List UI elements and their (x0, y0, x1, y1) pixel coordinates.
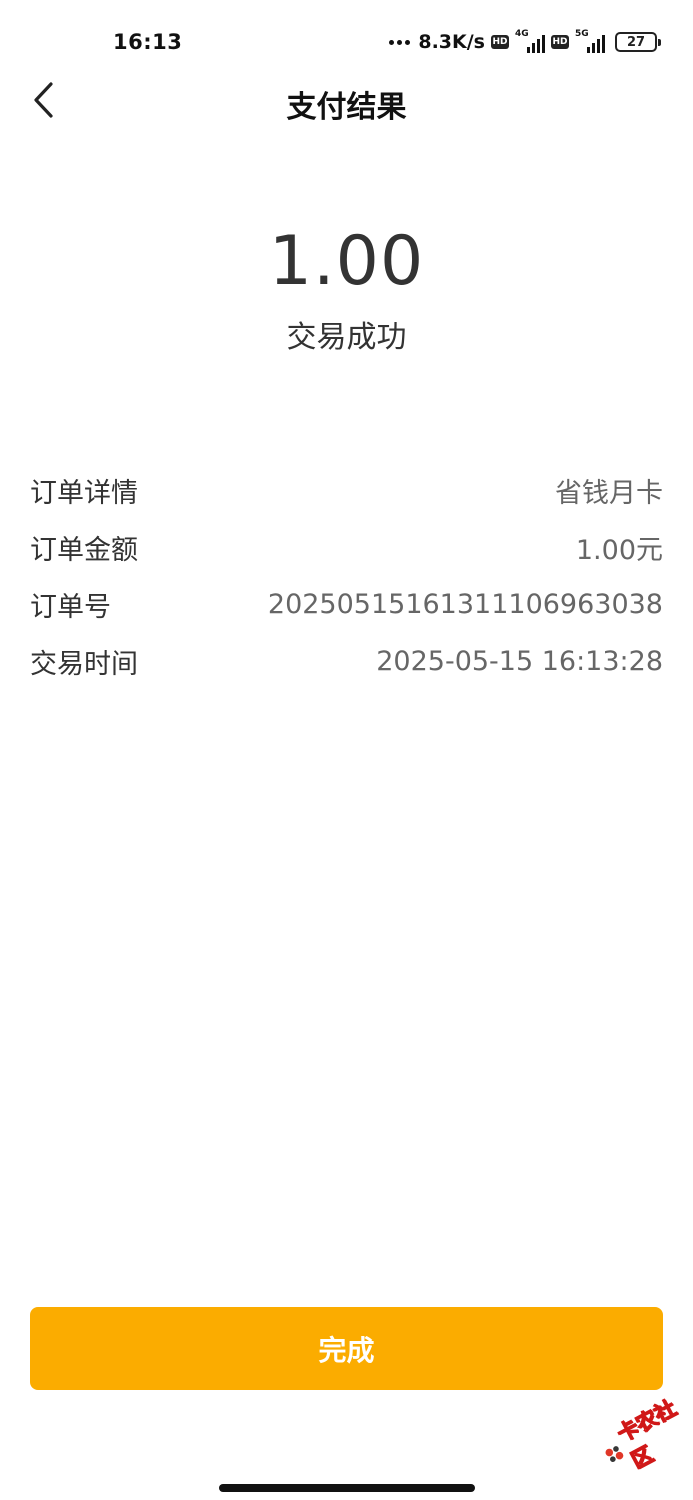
detail-label: 交易时间 (30, 649, 138, 680)
detail-value: 省钱月卡 (555, 478, 663, 509)
order-details: 订单详情 省钱月卡 订单金额 1.00元 订单号 202505151613111… (30, 462, 663, 690)
status-icons: 8.3K/s HD 4G HD 5G 27 (389, 28, 661, 56)
detail-label: 订单号 (30, 592, 111, 623)
watermark: 卡农社区 (592, 1385, 693, 1485)
hd-icon: HD (491, 35, 509, 49)
done-button[interactable]: 完成 (30, 1307, 663, 1390)
detail-value: 1.00元 (575, 535, 663, 566)
signal-5g-icon: 5G (575, 29, 605, 53)
battery-icon: 27 (615, 32, 661, 52)
detail-value: 2025-05-15 16:13:28 (376, 646, 663, 677)
status-time: 16:13 (113, 30, 183, 54)
detail-row-transaction-time: 交易时间 2025-05-15 16:13:28 (30, 633, 663, 690)
detail-row-order-amount: 订单金额 1.00元 (30, 519, 663, 576)
battery-level: 27 (626, 34, 646, 50)
detail-row-order-details: 订单详情 省钱月卡 (30, 462, 663, 519)
hd-icon-2: HD (551, 35, 569, 49)
signal-4g-icon: 4G (515, 29, 545, 53)
detail-label: 订单金额 (30, 535, 138, 566)
page-title: 支付结果 (286, 90, 407, 125)
network-speed: 8.3K/s (418, 31, 485, 53)
detail-value: 20250515161311106963038 (267, 589, 663, 620)
header: 支付结果 (0, 70, 693, 130)
payment-amount: 1.00 (268, 222, 425, 301)
detail-row-order-number: 订单号 20250515161311106963038 (30, 576, 663, 633)
home-indicator[interactable] (219, 1484, 475, 1492)
detail-label: 订单详情 (30, 478, 138, 509)
result-status: 交易成功 (286, 320, 407, 355)
watermark-text: 卡农社区 (613, 1395, 681, 1473)
more-dots-icon (389, 39, 411, 45)
